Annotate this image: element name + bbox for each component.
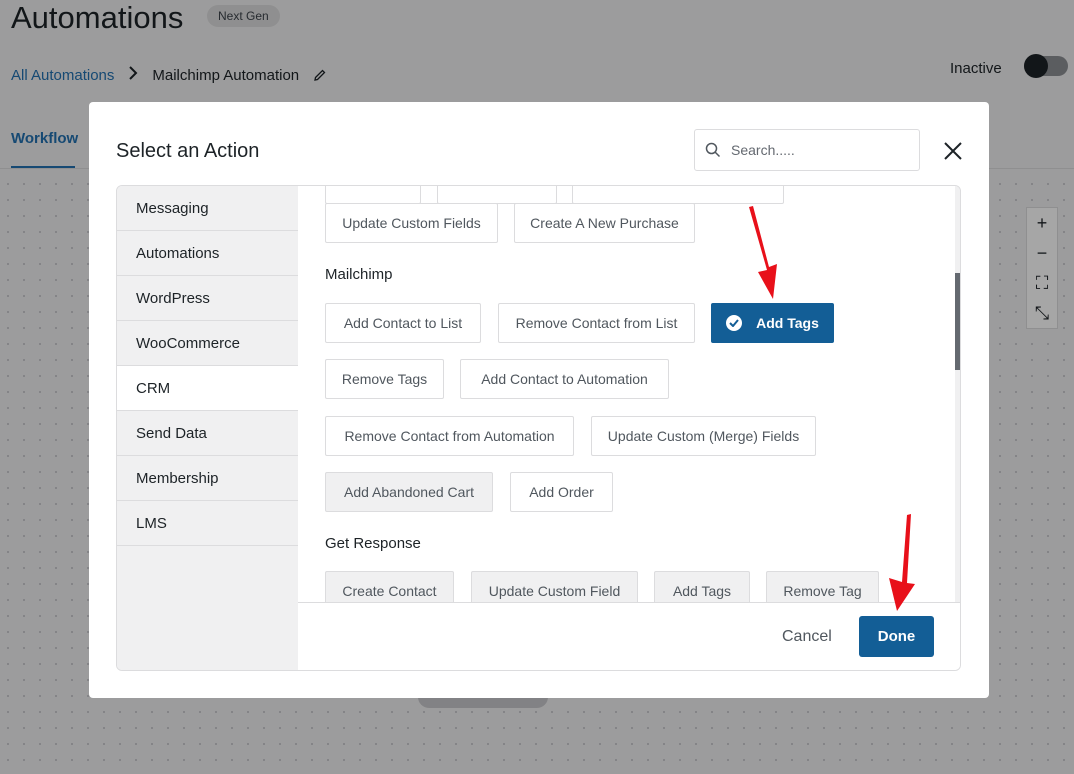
- action-button-clipped[interactable]: [437, 186, 557, 204]
- group-label-mailchimp: Mailchimp: [325, 266, 393, 283]
- action-remove-contact-from-automation[interactable]: Remove Contact from Automation: [325, 416, 574, 456]
- action-add-contact-to-list[interactable]: Add Contact to List: [325, 303, 481, 343]
- close-icon[interactable]: [942, 140, 964, 162]
- action-add-contact-to-automation[interactable]: Add Contact to Automation: [460, 359, 669, 399]
- scrollbar-thumb[interactable]: [955, 273, 960, 370]
- category-sidebar: Messaging Automations WordPress WooComme…: [117, 186, 298, 670]
- check-circle-icon: [726, 315, 743, 331]
- action-gr-create-contact[interactable]: Create Contact: [325, 571, 454, 602]
- action-add-order[interactable]: Add Order: [510, 472, 613, 512]
- modal-title: Select an Action: [116, 140, 260, 162]
- category-messaging[interactable]: Messaging: [117, 186, 298, 231]
- action-button-clipped[interactable]: [572, 186, 784, 204]
- search-box: [694, 129, 920, 171]
- action-remove-contact-from-list[interactable]: Remove Contact from List: [498, 303, 695, 343]
- done-button[interactable]: Done: [859, 616, 934, 657]
- action-add-tags-selected[interactable]: Add Tags: [711, 303, 834, 343]
- search-input[interactable]: [729, 141, 903, 159]
- search-icon: [705, 142, 721, 158]
- action-add-abandoned-cart[interactable]: Add Abandoned Cart: [325, 472, 493, 512]
- action-update-custom-fields[interactable]: Update Custom Fields: [325, 203, 498, 243]
- modal-footer: Cancel Done: [298, 602, 960, 670]
- action-create-new-purchase[interactable]: Create A New Purchase: [514, 203, 695, 243]
- category-lms[interactable]: LMS: [117, 501, 298, 546]
- cancel-button[interactable]: Cancel: [782, 628, 832, 646]
- action-button-clipped[interactable]: [325, 186, 421, 204]
- category-woocommerce[interactable]: WooCommerce: [117, 321, 298, 366]
- action-remove-tags[interactable]: Remove Tags: [325, 359, 444, 399]
- scrollbar-track[interactable]: [955, 186, 960, 602]
- action-gr-add-tags[interactable]: Add Tags: [654, 571, 750, 602]
- category-membership[interactable]: Membership: [117, 456, 298, 501]
- category-send-data[interactable]: Send Data: [117, 411, 298, 456]
- group-label-get-response: Get Response: [325, 535, 421, 552]
- action-update-custom-merge-fields[interactable]: Update Custom (Merge) Fields: [591, 416, 816, 456]
- action-gr-remove-tag[interactable]: Remove Tag: [766, 571, 879, 602]
- annotation-arrow-icon: [749, 206, 777, 299]
- annotation-arrow-icon: [889, 514, 915, 611]
- select-action-modal: Select an Action Messaging Automations W…: [89, 102, 989, 698]
- category-wordpress[interactable]: WordPress: [117, 276, 298, 321]
- category-automations[interactable]: Automations: [117, 231, 298, 276]
- action-panel: Messaging Automations WordPress WooComme…: [116, 185, 961, 671]
- action-list: Update Custom Fields Create A New Purcha…: [298, 186, 960, 602]
- action-label: Add Tags: [756, 315, 819, 331]
- category-crm[interactable]: CRM: [117, 366, 298, 411]
- action-gr-update-custom-field[interactable]: Update Custom Field: [471, 571, 638, 602]
